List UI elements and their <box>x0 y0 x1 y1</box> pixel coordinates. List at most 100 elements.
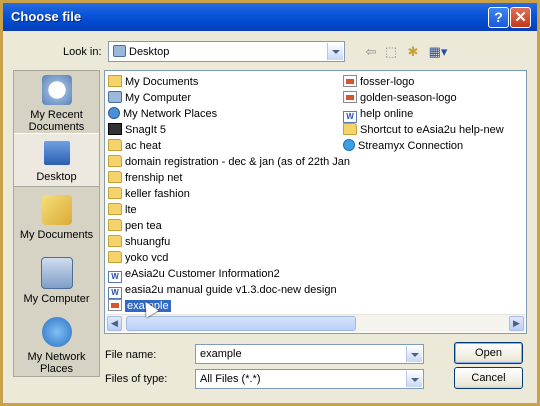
file-item[interactable]: shuangfu <box>108 234 170 250</box>
place-network-places[interactable]: My Network Places <box>14 317 99 375</box>
title-bar[interactable]: Choose file ? ✕ <box>3 3 537 31</box>
my-documents-icon <box>41 195 72 225</box>
place-label: My Network Places <box>27 351 86 375</box>
file-item-label: eAsia2u Customer Information2 <box>125 268 280 280</box>
place-my-documents[interactable]: My Documents <box>14 195 99 247</box>
img-icon <box>343 91 357 103</box>
file-item[interactable]: My Network Places <box>108 106 217 122</box>
file-type-dropdown[interactable]: All Files (*.*) <box>195 369 424 389</box>
mydocs-icon <box>108 75 122 87</box>
help-button[interactable]: ? <box>488 7 509 28</box>
look-in-value: Desktop <box>113 45 169 58</box>
folder-icon <box>108 203 122 215</box>
file-item[interactable]: SnagIt 5 <box>108 122 166 138</box>
new-folder-icon[interactable]: ✱ <box>403 43 423 61</box>
file-item-label: shuangfu <box>125 236 171 248</box>
net-icon <box>108 107 120 119</box>
file-item-label: lte <box>125 204 137 216</box>
file-name-value: example <box>200 348 242 360</box>
file-item[interactable]: ac heat <box>108 138 161 154</box>
folder-icon <box>108 187 122 199</box>
place-desktop[interactable]: Desktop <box>14 133 99 187</box>
file-item[interactable]: yoko vcd <box>108 250 168 266</box>
choose-file-dialog: Choose file ? ✕ Look in: Desktop ⇦ ⬚ ✱ ▦… <box>0 0 540 406</box>
scroll-thumb[interactable] <box>126 316 356 331</box>
chevron-down-icon[interactable] <box>327 43 343 60</box>
folder-icon <box>108 155 122 167</box>
file-item-label: My Computer <box>125 92 192 104</box>
network-places-icon <box>41 317 72 347</box>
file-item-label: pen tea <box>125 220 162 232</box>
file-item[interactable]: fosser-logo <box>343 74 414 90</box>
shortcut-icon <box>343 139 355 151</box>
file-item-label: SnagIt 5 <box>125 124 166 136</box>
file-item-label: golden-season-logo <box>360 92 457 104</box>
horizontal-scrollbar[interactable]: ◀ ▶ <box>106 314 525 332</box>
file-item[interactable]: My Documents <box>108 74 198 90</box>
my-computer-icon <box>40 257 73 289</box>
file-item-label: Streamyx Connection <box>358 140 464 152</box>
file-item[interactable]: keller fashion <box>108 186 190 202</box>
file-item-label: fosser-logo <box>360 76 415 88</box>
folder-icon <box>343 123 357 135</box>
scroll-right-icon[interactable]: ▶ <box>509 316 524 331</box>
file-item[interactable]: domain registration - dec & jan (as of 2… <box>108 154 350 170</box>
file-item[interactable]: help online <box>343 106 414 123</box>
file-item-label: My Network Places <box>123 108 218 120</box>
file-item[interactable]: Streamyx Connection <box>343 138 463 154</box>
file-item-label: easia2u manual guide v1.3.doc-new design <box>125 284 337 296</box>
file-item-label: yoko vcd <box>125 252 169 264</box>
close-button[interactable]: ✕ <box>510 7 531 28</box>
file-name-input[interactable]: example <box>195 344 424 364</box>
look-in-label: Look in: <box>63 46 102 58</box>
place-recent-documents[interactable]: My Recent Documents <box>14 75 99 133</box>
scroll-left-icon[interactable]: ◀ <box>107 316 122 331</box>
file-item-label: frenship net <box>125 172 183 184</box>
chevron-down-icon[interactable] <box>406 346 422 362</box>
folder-icon <box>108 251 122 263</box>
up-folder-icon[interactable]: ⬚ <box>381 43 401 61</box>
file-item-label: help online <box>360 108 414 120</box>
file-item[interactable]: frenship net <box>108 170 182 186</box>
file-item[interactable]: My Computer <box>108 90 191 106</box>
file-item-label: ac heat <box>125 140 162 152</box>
file-name-label: File name: <box>105 349 157 361</box>
computer-icon <box>108 91 122 103</box>
file-item[interactable]: easia2u manual guide v1.3.doc-new design <box>108 282 337 299</box>
place-label: My Recent Documents <box>28 109 85 133</box>
views-menu-icon[interactable]: ▦▾ <box>425 43 451 61</box>
places-bar: My Recent Documents Desktop My Documents… <box>13 70 100 377</box>
img-icon <box>343 75 357 87</box>
cancel-button[interactable]: Cancel <box>454 367 523 389</box>
folder-icon <box>108 171 122 183</box>
file-item[interactable]: lte <box>108 202 137 218</box>
back-icon[interactable]: ⇦ <box>361 43 381 61</box>
file-item-label: Shortcut to eAsia2u help-new <box>360 124 504 136</box>
img-icon <box>108 299 122 311</box>
chevron-down-icon[interactable] <box>406 371 422 387</box>
look-in-dropdown[interactable]: Desktop <box>108 41 345 62</box>
dialog-title: Choose file <box>11 9 82 24</box>
file-item-label: keller fashion <box>125 188 190 200</box>
file-item[interactable]: pen tea <box>108 218 162 234</box>
file-list[interactable]: My Documents My Computer My Network Places… <box>104 70 527 334</box>
file-item-label: My Documents <box>125 76 199 88</box>
desktop-icon <box>113 45 126 57</box>
snag-icon <box>108 123 122 135</box>
place-my-computer[interactable]: My Computer <box>14 257 99 309</box>
file-item[interactable]: golden-season-logo <box>343 90 457 106</box>
place-label: My Computer <box>23 293 90 305</box>
folder-icon <box>108 235 122 247</box>
open-button[interactable]: Open <box>454 342 523 364</box>
recent-docs-icon <box>41 75 72 105</box>
place-label: Desktop <box>36 171 77 183</box>
folder-icon <box>108 139 122 151</box>
file-item-label: domain registration - dec & jan (as of 2… <box>125 156 351 168</box>
file-type-value: All Files (*.*) <box>200 373 261 385</box>
folder-icon <box>108 219 122 231</box>
file-item[interactable]: Shortcut to eAsia2u help-new <box>343 122 504 138</box>
place-label: My Documents <box>19 229 94 241</box>
desktop-icon <box>41 139 72 167</box>
file-item[interactable]: eAsia2u Customer Information2 <box>108 266 280 283</box>
file-type-label: Files of type: <box>105 373 168 385</box>
